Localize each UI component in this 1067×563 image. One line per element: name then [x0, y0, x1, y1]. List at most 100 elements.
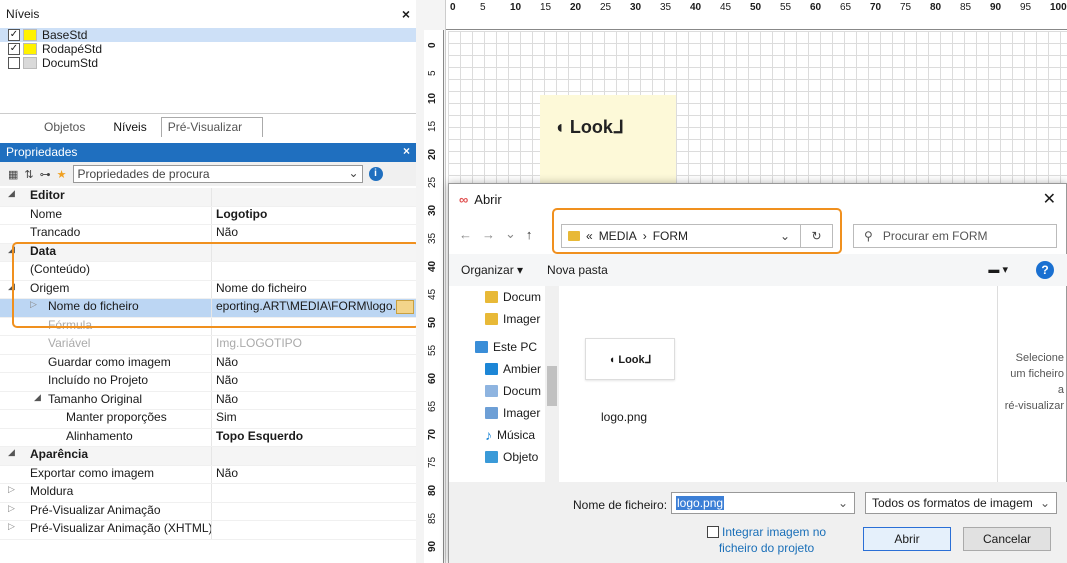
property-value[interactable]: Não	[212, 466, 416, 484]
property-row[interactable]: Alinhamento Topo Esquerdo	[0, 428, 416, 447]
property-key: Incluído no Projeto	[0, 373, 212, 391]
property-value[interactable]: Não	[212, 355, 416, 373]
filetype-select[interactable]: Todos os formatos de imagem ⌄	[865, 492, 1057, 514]
property-row[interactable]: ▷ Pré-Visualizar Animação	[0, 502, 416, 521]
collapse-arrow-icon[interactable]: ◢	[8, 188, 15, 199]
checkbox[interactable]: ✓	[8, 29, 20, 41]
forward-icon[interactable]: →	[482, 227, 495, 242]
property-row[interactable]: Variável Img.LOGOTIPO	[0, 336, 416, 355]
property-row[interactable]: ▷ Moldura	[0, 484, 416, 503]
nav-item[interactable]: Objeto	[449, 446, 557, 468]
property-row[interactable]: Nome Logotipo	[0, 206, 416, 225]
panel-tabs: Objetos Níveis Pré-Visualizar	[0, 113, 416, 137]
nav-item[interactable]: Imager	[449, 308, 557, 330]
level-item-documstd[interactable]: DocumStd	[0, 56, 416, 70]
nav-item[interactable]: Ambier	[449, 358, 557, 380]
expand-icon[interactable]: ⊶	[40, 168, 51, 181]
property-value[interactable]: Topo Esquerdo	[212, 429, 416, 447]
property-value[interactable]: Não	[212, 392, 416, 410]
filename-input[interactable]: logo.png ⌄	[671, 492, 855, 514]
property-row[interactable]: Trancado Não	[0, 225, 416, 244]
cancel-button[interactable]: Cancelar	[963, 527, 1051, 551]
property-category-aparencia[interactable]: ◢ Aparência	[0, 447, 416, 466]
ruler-tick-label: 15	[427, 120, 438, 132]
preview-pane: Selecione um ficheiro a ré-visualizar	[997, 286, 1067, 482]
tab-pre-visualizar[interactable]: Pré-Visualizar	[160, 117, 264, 137]
property-value[interactable]: Não	[212, 373, 416, 391]
highlight-box-address	[552, 208, 842, 254]
scrollbar-thumb[interactable]	[547, 366, 557, 406]
nav-label: Este PC	[493, 340, 538, 354]
help-icon[interactable]: ?	[1036, 261, 1054, 279]
tab-objetos[interactable]: Objetos	[30, 117, 99, 137]
ruler-tick-label: 15	[540, 2, 552, 13]
chevron-down-icon[interactable]: ⌄	[838, 496, 848, 510]
expand-arrow-icon[interactable]: ▷	[8, 484, 15, 495]
favorite-star-icon[interactable]: ★	[57, 168, 67, 181]
info-icon[interactable]: i	[368, 167, 383, 181]
expand-arrow-icon[interactable]: ▷	[8, 521, 15, 532]
search-input[interactable]: ⚲ Procurar em FORM	[853, 224, 1057, 248]
property-row[interactable]: Manter proporções Sim	[0, 410, 416, 429]
integrate-checkbox[interactable]: Integrar imagem no ficheiro do projeto	[707, 524, 826, 556]
categorized-icon[interactable]: ▦	[8, 168, 18, 181]
integrate-label-line2: ficheiro do projeto	[718, 541, 815, 555]
back-icon[interactable]: ←	[459, 227, 472, 242]
nav-item[interactable]: Docum	[449, 380, 557, 402]
sort-az-icon[interactable]: ⇅	[24, 168, 33, 181]
ruler-tick-label: 25	[427, 176, 438, 188]
property-key: Nome	[0, 206, 212, 224]
level-item-basestd[interactable]: ✓ BaseStd	[0, 28, 416, 42]
file-name-label[interactable]: logo.png	[601, 410, 647, 424]
levels-close-icon[interactable]: ×	[402, 6, 410, 22]
nav-item[interactable]: Docum	[449, 286, 557, 308]
checkbox[interactable]	[8, 57, 20, 69]
new-folder-button[interactable]: Nova pasta	[547, 263, 608, 277]
ruler-tick-label: 40	[690, 2, 702, 13]
up-icon[interactable]: ↑	[526, 227, 533, 242]
properties-toolbar: ▦ ⇅ ⊶ ★ Propriedades de procura ⌄ i	[0, 162, 416, 186]
level-label: DocumStd	[42, 56, 99, 70]
property-row[interactable]: Guardar como imagem Não	[0, 354, 416, 373]
documents-icon	[485, 385, 498, 397]
ruler-tick-label: 75	[427, 456, 438, 468]
nav-item[interactable]: ♪ Música	[449, 424, 557, 446]
nav-item[interactable]: Imager	[449, 402, 557, 424]
ruler-tick-label: 50	[750, 2, 762, 13]
organize-button[interactable]: Organizar ▾	[461, 263, 523, 277]
ruler-tick-label: 20	[570, 2, 582, 13]
ruler-tick-label: 100	[1050, 2, 1067, 13]
properties-search-input[interactable]: Propriedades de procura ⌄	[72, 165, 363, 183]
open-button[interactable]: Abrir	[863, 527, 951, 551]
property-row[interactable]: ▷ Pré-Visualizar Animação (XHTML)	[0, 521, 416, 540]
property-value[interactable]: Img.LOGOTIPO	[212, 336, 416, 354]
checkbox[interactable]: ✓	[8, 43, 20, 55]
property-row[interactable]: ◢ Tamanho Original Não	[0, 391, 416, 410]
collapse-arrow-icon[interactable]: ◢	[8, 447, 15, 458]
logo-object[interactable]: ◖ Lookᒧ	[540, 95, 676, 185]
property-value[interactable]: Sim	[212, 410, 416, 428]
property-category-editor[interactable]: ◢ Editor	[0, 188, 416, 207]
recent-chevron-icon[interactable]: ⌄	[505, 226, 516, 242]
chevron-down-icon[interactable]: ⌄	[1040, 496, 1050, 510]
property-row[interactable]: Incluído no Projeto Não	[0, 373, 416, 392]
checkbox[interactable]	[707, 526, 719, 538]
property-value[interactable]	[212, 503, 416, 521]
view-options-icon[interactable]: ▬ ▾	[988, 263, 1008, 276]
preview-line: ré-visualizar	[1004, 400, 1064, 412]
property-row[interactable]: Exportar como imagem Não	[0, 465, 416, 484]
file-thumbnail[interactable]: ◖ Lookᒧ	[585, 338, 675, 380]
close-icon[interactable]: ✕	[1043, 189, 1056, 209]
property-value[interactable]: Não	[212, 225, 416, 243]
nav-scrollbar[interactable]	[545, 286, 559, 482]
property-value[interactable]: Logotipo	[212, 207, 416, 225]
property-value[interactable]	[212, 521, 416, 539]
collapse-arrow-icon[interactable]: ◢	[34, 392, 41, 403]
nav-item[interactable]: Este PC	[449, 336, 557, 358]
expand-arrow-icon[interactable]: ▷	[8, 503, 15, 514]
property-value[interactable]	[212, 484, 416, 502]
tab-niveis[interactable]: Níveis	[99, 117, 160, 137]
chevron-down-icon[interactable]: ⌄	[348, 166, 358, 180]
level-item-rodapestd[interactable]: ✓ RodapéStd	[0, 42, 416, 56]
properties-close-icon[interactable]: ×	[403, 144, 410, 158]
